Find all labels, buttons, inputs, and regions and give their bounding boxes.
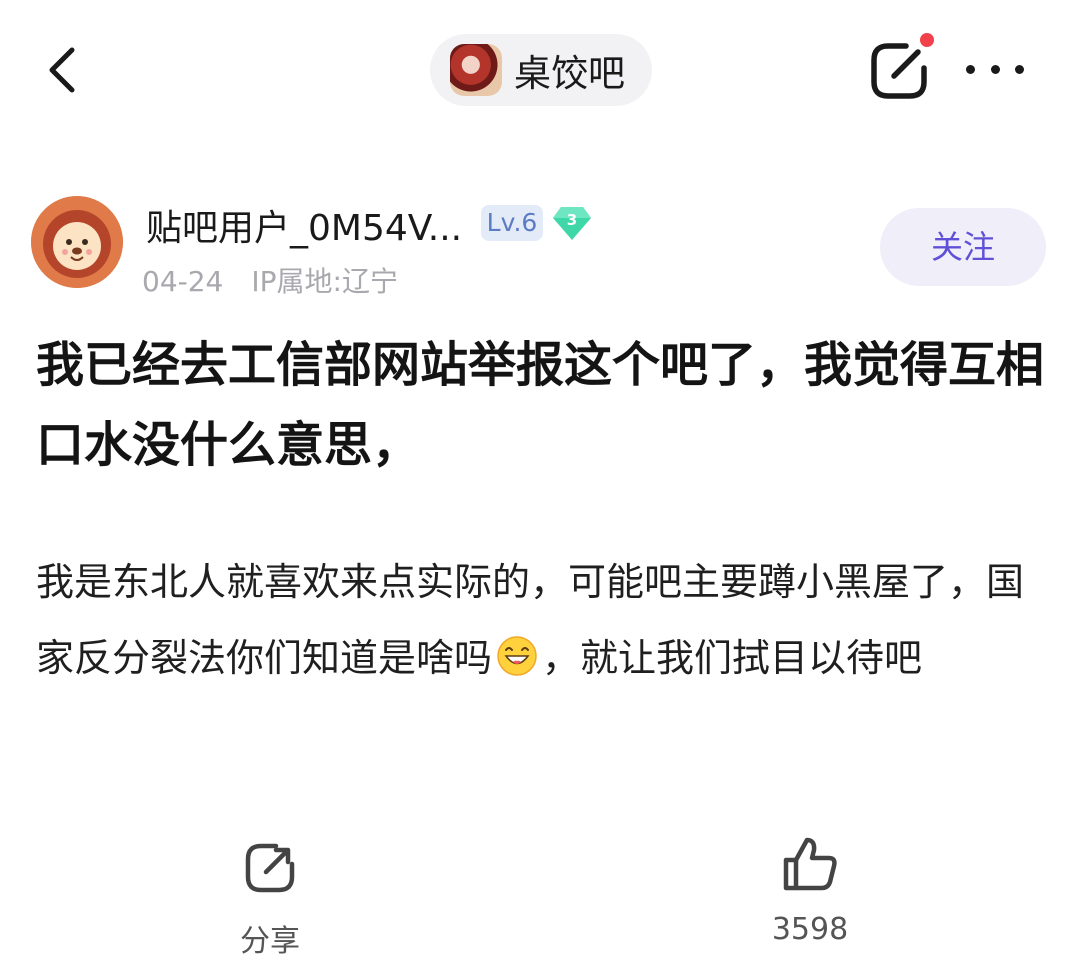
compose-button[interactable] (866, 38, 932, 104)
post-body: 我是东北人就喜欢来点实际的，可能吧主要蹲小黑屋了，国家反分裂法你们知道是啥吗 ，… (36, 544, 1046, 696)
share-icon (245, 843, 295, 893)
forum-avatar (450, 44, 502, 96)
forum-link[interactable]: 桌饺吧 (430, 34, 652, 106)
back-button[interactable] (34, 40, 94, 100)
post-page: 桌饺吧 贴吧用户_0M54V... Lv.6 3 04-24 IP属地:辽宁 关… (0, 0, 1079, 964)
more-options-button[interactable] (960, 46, 1030, 92)
notification-dot (920, 33, 934, 47)
post-meta: 04-24 IP属地:辽宁 (142, 260, 398, 300)
edit-icon (871, 43, 927, 99)
more-dot-icon (1015, 64, 1024, 74)
level-badge: Lv.6 (481, 205, 543, 241)
top-nav: 桌饺吧 (0, 0, 1079, 140)
like-count: 3598 (771, 912, 849, 947)
lion-avatar-icon (31, 196, 123, 288)
laughing-emoji-icon (497, 636, 537, 676)
gem-level: 3 (567, 211, 577, 229)
ip-location: IP属地:辽宁 (251, 265, 398, 298)
author-name[interactable]: 贴吧用户_0M54V... (146, 199, 462, 251)
chevron-left-icon (49, 47, 75, 93)
author-avatar[interactable] (31, 196, 123, 288)
more-dot-icon (990, 64, 1000, 74)
post-body-text-end: ，就让我们拭目以待吧 (542, 636, 923, 680)
follow-button[interactable]: 关注 (880, 208, 1046, 286)
forum-name: 桌饺吧 (514, 52, 625, 95)
gem-badge-icon: 3 (553, 207, 591, 240)
share-label: 分享 (240, 924, 300, 959)
post-date: 04-24 (142, 265, 224, 298)
share-button[interactable]: 分享 (200, 836, 340, 959)
post-title: 我已经去工信部网站举报这个吧了，我觉得互相口水没什么意思， (36, 337, 1045, 473)
like-button[interactable]: 3598 (740, 832, 880, 952)
more-dot-icon (966, 64, 975, 74)
thumbs-up-icon (783, 837, 837, 891)
